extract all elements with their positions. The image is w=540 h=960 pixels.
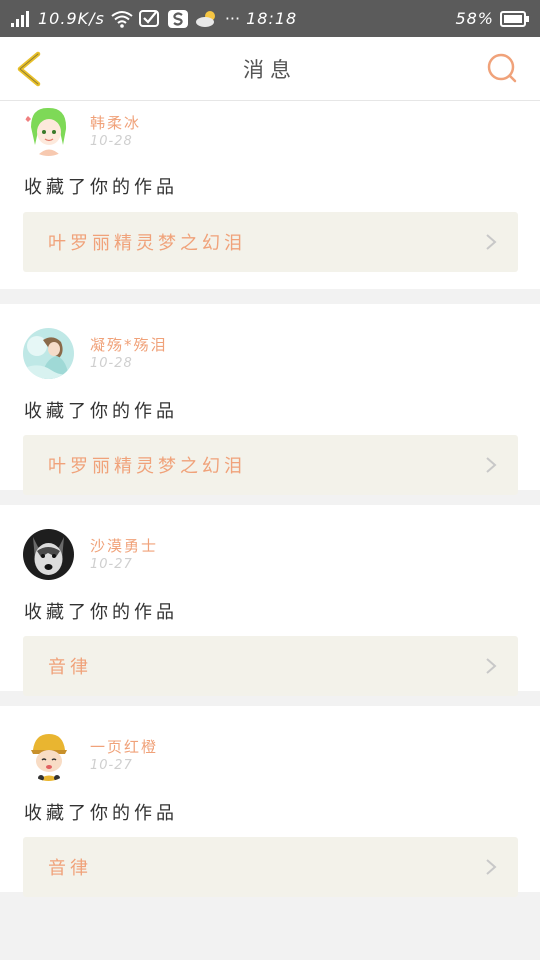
work-title: 音律 bbox=[48, 858, 92, 879]
notification-list: 韩柔冰 10-28 收藏了你的作品 叶罗丽精灵梦之幻泪 凝殇*殇泪 10-28 … bbox=[0, 101, 540, 907]
battery-icon bbox=[500, 10, 530, 28]
notification-date: 10-28 bbox=[90, 356, 133, 371]
search-icon bbox=[487, 53, 517, 83]
work-title: 叶罗丽精灵梦之幻泪 bbox=[48, 456, 246, 477]
work-link[interactable]: 音律 bbox=[23, 636, 518, 696]
notification-card: 凝殇*殇泪 10-28 收藏了你的作品 叶罗丽精灵梦之幻泪 bbox=[0, 304, 540, 495]
app-header: 消息 bbox=[0, 37, 540, 101]
notification-date: 10-27 bbox=[90, 557, 133, 572]
message-app-icon bbox=[138, 9, 161, 29]
username[interactable]: 凝殇*殇泪 bbox=[90, 334, 168, 355]
notification-date: 10-28 bbox=[90, 134, 133, 149]
notification-date: 10-27 bbox=[90, 758, 133, 773]
notification-card: 韩柔冰 10-28 收藏了你的作品 叶罗丽精灵梦之幻泪 bbox=[0, 101, 540, 289]
avatar[interactable] bbox=[23, 328, 74, 379]
s-app-icon bbox=[167, 9, 189, 29]
page-title: 消息 bbox=[243, 57, 297, 82]
network-speed: 10.9K/s bbox=[38, 9, 105, 28]
notification-action: 收藏了你的作品 bbox=[24, 177, 178, 198]
work-title: 音律 bbox=[48, 657, 92, 678]
notification-card: 沙漠勇士 10-27 收藏了你的作品 音律 bbox=[0, 505, 540, 696]
chevron-right-icon bbox=[486, 859, 497, 875]
username[interactable]: 一页红橙 bbox=[90, 736, 158, 757]
username[interactable]: 韩柔冰 bbox=[90, 112, 141, 133]
clock: 18:18 bbox=[246, 9, 298, 28]
signal-icon bbox=[10, 10, 32, 27]
back-arrow-icon bbox=[17, 51, 41, 87]
more-notifications-icon: ··· bbox=[224, 9, 241, 28]
work-link[interactable]: 音律 bbox=[23, 837, 518, 897]
notification-action: 收藏了你的作品 bbox=[24, 401, 178, 422]
username[interactable]: 沙漠勇士 bbox=[90, 535, 158, 556]
notification-action: 收藏了你的作品 bbox=[24, 602, 178, 623]
weather-icon bbox=[195, 10, 219, 28]
wifi-icon bbox=[111, 10, 133, 28]
notification-action: 收藏了你的作品 bbox=[24, 803, 178, 824]
avatar[interactable] bbox=[23, 105, 74, 156]
avatar[interactable] bbox=[23, 529, 74, 580]
work-link[interactable]: 叶罗丽精灵梦之幻泪 bbox=[23, 435, 518, 495]
status-bar: 10.9K/s ··· 18:18 58% bbox=[0, 0, 540, 37]
search-button[interactable] bbox=[486, 52, 518, 84]
chevron-right-icon bbox=[486, 457, 497, 473]
battery-percent: 58% bbox=[455, 9, 494, 28]
back-button[interactable] bbox=[14, 51, 44, 87]
work-link[interactable]: 叶罗丽精灵梦之幻泪 bbox=[23, 212, 518, 272]
work-title: 叶罗丽精灵梦之幻泪 bbox=[48, 233, 246, 254]
chevron-right-icon bbox=[486, 658, 497, 674]
chevron-right-icon bbox=[486, 234, 497, 250]
avatar[interactable] bbox=[23, 730, 74, 781]
notification-card: 一页红橙 10-27 收藏了你的作品 音律 bbox=[0, 706, 540, 897]
